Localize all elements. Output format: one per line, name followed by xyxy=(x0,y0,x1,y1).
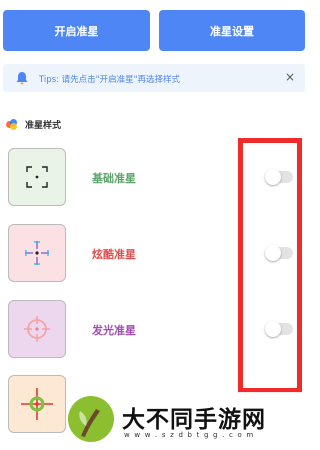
basic-crosshair-thumbnail xyxy=(8,148,66,206)
style-label-glow: 发光准星 xyxy=(92,324,136,337)
leaf-logo-icon xyxy=(68,396,114,442)
glow-crosshair-thumbnail xyxy=(8,300,66,358)
style-label-cool: 炫酷准星 xyxy=(92,248,136,261)
target-crosshair-icon xyxy=(21,388,53,420)
section-title: 准星样式 xyxy=(5,117,61,131)
fourth-crosshair-thumbnail xyxy=(8,375,66,433)
basic-crosshair-icon xyxy=(26,166,48,188)
watermark: 大不同手游网 w w w . s z d b t g g . c o m xyxy=(66,392,315,450)
tips-banner: Tips: 请先点击"开启准星"再选择样式 × xyxy=(3,64,305,92)
close-icon[interactable]: × xyxy=(285,70,295,84)
toggle-highlight-box xyxy=(238,138,302,393)
glow-crosshair-icon xyxy=(24,316,50,342)
tips-text: Tips: 请先点击"开启准星"再选择样式 xyxy=(39,75,181,85)
style-label-basic: 基础准星 xyxy=(92,172,136,185)
bell-icon xyxy=(16,72,28,85)
crosshair-style-icon xyxy=(6,118,17,130)
crosshair-settings-button[interactable]: 准星设置 xyxy=(159,10,305,51)
leaf-logo-graphic xyxy=(79,409,100,437)
watermark-title: 大不同手游网 xyxy=(122,406,266,433)
watermark-url: w w w . s z d b t g g . c o m xyxy=(124,431,255,439)
section-title-text: 准星样式 xyxy=(25,120,62,131)
cool-crosshair-icon xyxy=(25,241,49,265)
cool-crosshair-thumbnail xyxy=(8,224,66,282)
open-crosshair-button[interactable]: 开启准星 xyxy=(3,10,150,51)
